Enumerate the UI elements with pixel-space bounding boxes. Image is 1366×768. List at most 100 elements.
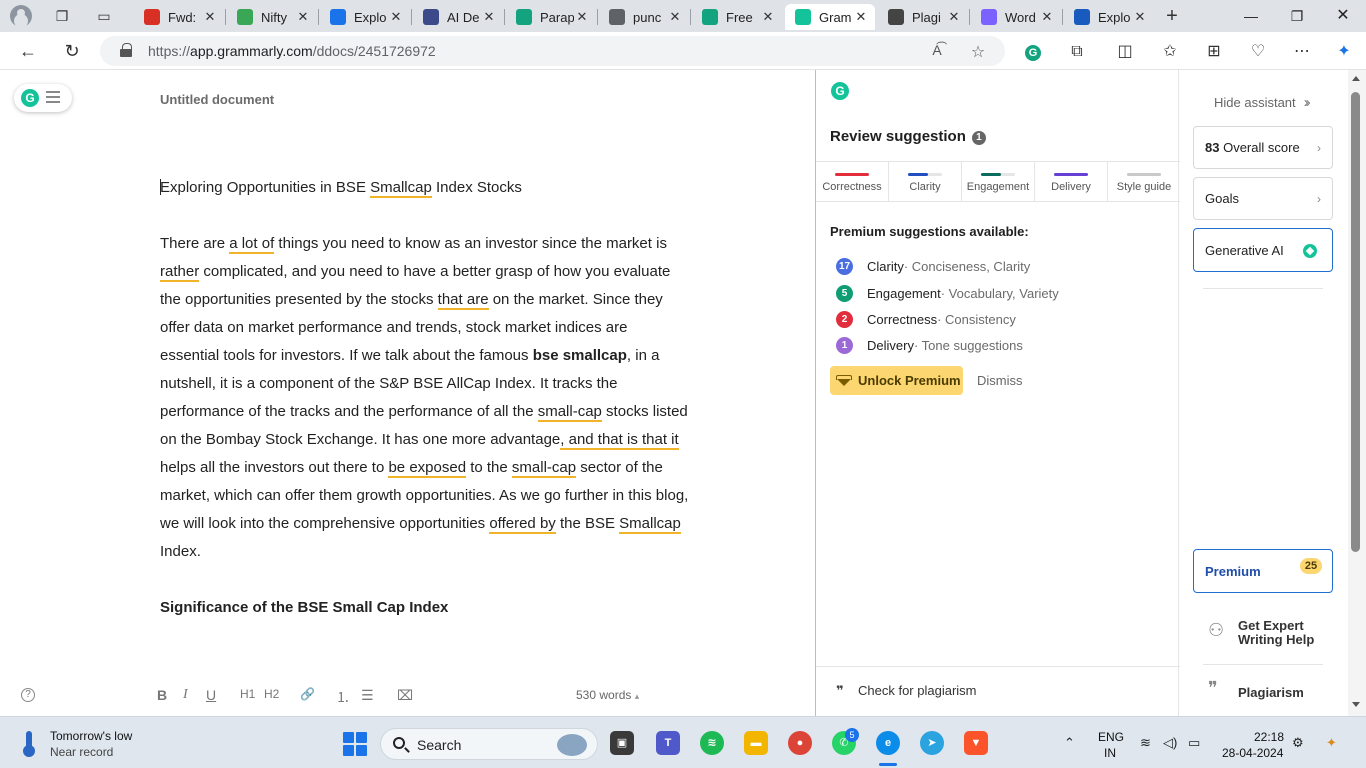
page-scrollbar[interactable] bbox=[1348, 70, 1366, 716]
tab-actions-icon[interactable]: ▭ bbox=[94, 6, 114, 26]
hamburger-menu-icon[interactable] bbox=[46, 91, 60, 103]
url-text[interactable]: https://app.grammarly.com/ddocs/24517269… bbox=[148, 43, 436, 59]
refresh-icon[interactable]: ↻ bbox=[60, 40, 84, 62]
back-arrow-icon[interactable]: ← bbox=[16, 40, 40, 62]
premium-suggestion-item[interactable]: 1 Delivery · Tone suggestions bbox=[836, 337, 1023, 354]
tab-correctness[interactable]: Correctness bbox=[816, 162, 889, 201]
browser-tab[interactable]: Plagi ✕ bbox=[878, 4, 968, 30]
wifi-icon[interactable]: ≋ bbox=[1140, 735, 1151, 751]
browser-tab[interactable]: Explo ✕ bbox=[1064, 4, 1154, 30]
underline-button[interactable]: U bbox=[206, 687, 216, 703]
close-tab-icon[interactable]: ✕ bbox=[295, 9, 311, 25]
start-button[interactable] bbox=[343, 732, 367, 756]
suggestion-underline[interactable]: that are bbox=[437, 291, 489, 310]
tab-delivery[interactable]: Delivery bbox=[1035, 162, 1108, 201]
help-icon[interactable]: ? bbox=[21, 688, 35, 702]
read-aloud-icon[interactable]: A͡ bbox=[927, 42, 947, 58]
suggestion-underline[interactable]: small-cap bbox=[511, 459, 577, 478]
document-subheading[interactable]: Significance of the BSE Small Cap Index bbox=[160, 594, 690, 622]
close-window-button[interactable]: ✕ bbox=[1320, 0, 1366, 32]
browser-tab[interactable]: Gram ✕ bbox=[785, 4, 875, 30]
language-indicator[interactable]: ENG bbox=[1098, 730, 1124, 744]
close-tab-icon[interactable]: ✕ bbox=[667, 9, 683, 25]
italic-button[interactable]: I bbox=[183, 687, 188, 703]
link-icon[interactable]: 🔗 bbox=[300, 687, 315, 701]
region-indicator[interactable]: IN bbox=[1104, 746, 1116, 760]
lock-icon[interactable] bbox=[120, 43, 132, 57]
tab-style-guide[interactable]: Style guide bbox=[1108, 162, 1180, 201]
close-tab-icon[interactable]: ✕ bbox=[853, 9, 869, 25]
copilot-icon[interactable]: ✦ bbox=[1332, 41, 1356, 63]
spotify-icon[interactable]: ≋ bbox=[700, 731, 724, 755]
suggestion-underline[interactable]: a lot of bbox=[229, 235, 275, 254]
browser-tab[interactable]: Explo ✕ bbox=[320, 4, 410, 30]
brave-icon[interactable]: ▼ bbox=[964, 731, 988, 755]
restore-button[interactable]: ❐ bbox=[1274, 0, 1320, 32]
new-tab-button[interactable]: + bbox=[1162, 6, 1182, 26]
url-bar[interactable]: https://app.grammarly.com/ddocs/24517269… bbox=[100, 36, 1005, 66]
suggestion-underline[interactable]: , and that is that it bbox=[560, 431, 679, 450]
suggestion-underline[interactable]: be exposed bbox=[388, 459, 467, 478]
battery-icon[interactable]: ▭ bbox=[1188, 735, 1200, 751]
bold-button[interactable]: B bbox=[157, 687, 167, 703]
browser-tab[interactable]: Nifty ✕ bbox=[227, 4, 317, 30]
task-view-icon[interactable]: ▣ bbox=[610, 731, 634, 755]
hide-assistant-button[interactable]: Hide assistant ›› bbox=[1214, 94, 1311, 111]
browser-tab[interactable]: Free ✕ bbox=[692, 4, 782, 30]
chrome-icon[interactable]: ● bbox=[788, 731, 812, 755]
close-tab-icon[interactable]: ✕ bbox=[946, 9, 962, 25]
volume-icon[interactable]: ◁) bbox=[1163, 735, 1177, 751]
favorite-star-icon[interactable]: ☆ bbox=[968, 42, 988, 62]
copilot-pre-icon[interactable]: ✦ bbox=[1326, 735, 1337, 751]
scroll-up-arrow-icon[interactable] bbox=[1352, 76, 1360, 81]
close-tab-icon[interactable]: ✕ bbox=[481, 9, 497, 25]
close-tab-icon[interactable]: ✕ bbox=[760, 9, 776, 25]
premium-suggestion-item[interactable]: 17 Clarity · Conciseness, Clarity bbox=[836, 258, 1030, 275]
extensions-puzzle-icon[interactable]: ⧉ bbox=[1065, 41, 1089, 63]
browser-tab[interactable]: AI De ✕ bbox=[413, 4, 503, 30]
dismiss-button[interactable]: Dismiss bbox=[977, 373, 1023, 388]
tab-engagement[interactable]: Engagement bbox=[962, 162, 1035, 201]
suggestion-underline[interactable]: small-cap bbox=[537, 403, 602, 422]
premium-suggestion-item[interactable]: 5 Engagement · Vocabulary, Variety bbox=[836, 285, 1059, 302]
grammarly-extension-icon[interactable]: G bbox=[1021, 41, 1045, 63]
file-explorer-icon[interactable]: ▬ bbox=[744, 731, 768, 755]
clock-time[interactable]: 22:18 bbox=[1254, 730, 1284, 744]
document-title[interactable]: Untitled document bbox=[160, 92, 274, 107]
browser-tab[interactable]: punc ✕ bbox=[599, 4, 689, 30]
weather-title[interactable]: Tomorrow's low bbox=[50, 729, 132, 743]
numbered-list-icon[interactable]: ⒈ bbox=[336, 687, 350, 707]
edge-icon[interactable]: e bbox=[876, 731, 900, 755]
chevron-up-icon[interactable]: ⌃ bbox=[1064, 735, 1075, 751]
browser-tab[interactable]: Fwd: ✕ bbox=[134, 4, 224, 30]
browser-essentials-icon[interactable]: ♡ bbox=[1246, 41, 1270, 63]
notification-icon[interactable]: ⚙ bbox=[1292, 735, 1304, 751]
settings-more-icon[interactable]: ⋯ bbox=[1290, 41, 1314, 63]
suggestion-underline[interactable]: Smallcap bbox=[619, 515, 681, 534]
browser-tab[interactable]: Word ✕ bbox=[971, 4, 1061, 30]
taskbar-search[interactable]: Search bbox=[380, 728, 598, 760]
close-tab-icon[interactable]: ✕ bbox=[574, 9, 590, 25]
close-tab-icon[interactable]: ✕ bbox=[388, 9, 404, 25]
minimize-button[interactable]: — bbox=[1228, 0, 1274, 32]
heading1-button[interactable]: H1 bbox=[240, 687, 255, 701]
document-body[interactable]: Exploring Opportunities in BSE Smallcap … bbox=[160, 174, 690, 622]
bullet-list-icon[interactable]: ☰ bbox=[361, 687, 374, 704]
teams-icon[interactable]: T bbox=[656, 731, 680, 755]
suggestion-underline[interactable]: rather bbox=[160, 263, 200, 282]
suggestion-underline[interactable]: Smallcap bbox=[370, 179, 432, 198]
thermometer-icon[interactable] bbox=[20, 729, 38, 757]
favorites-icon[interactable]: ✩ bbox=[1158, 41, 1182, 63]
telegram-icon[interactable]: ➤ bbox=[920, 731, 944, 755]
collections-icon[interactable]: ⊞ bbox=[1202, 41, 1226, 63]
document-heading[interactable]: Exploring Opportunities in BSE Smallcap … bbox=[160, 174, 690, 202]
goals-card[interactable]: Goals › bbox=[1193, 177, 1333, 220]
suggestion-underline[interactable]: offered by bbox=[489, 515, 556, 534]
scrollbar-thumb[interactable] bbox=[1351, 92, 1360, 552]
clock-date[interactable]: 28-04-2024 bbox=[1222, 746, 1283, 760]
split-screen-icon[interactable]: ◫ bbox=[1113, 41, 1137, 63]
profile-avatar-icon[interactable] bbox=[10, 5, 32, 27]
check-plagiarism-label[interactable]: Check for plagiarism bbox=[858, 683, 977, 698]
premium-suggestion-item[interactable]: 2 Correctness · Consistency bbox=[836, 311, 1016, 328]
tab-clarity[interactable]: Clarity bbox=[889, 162, 962, 201]
